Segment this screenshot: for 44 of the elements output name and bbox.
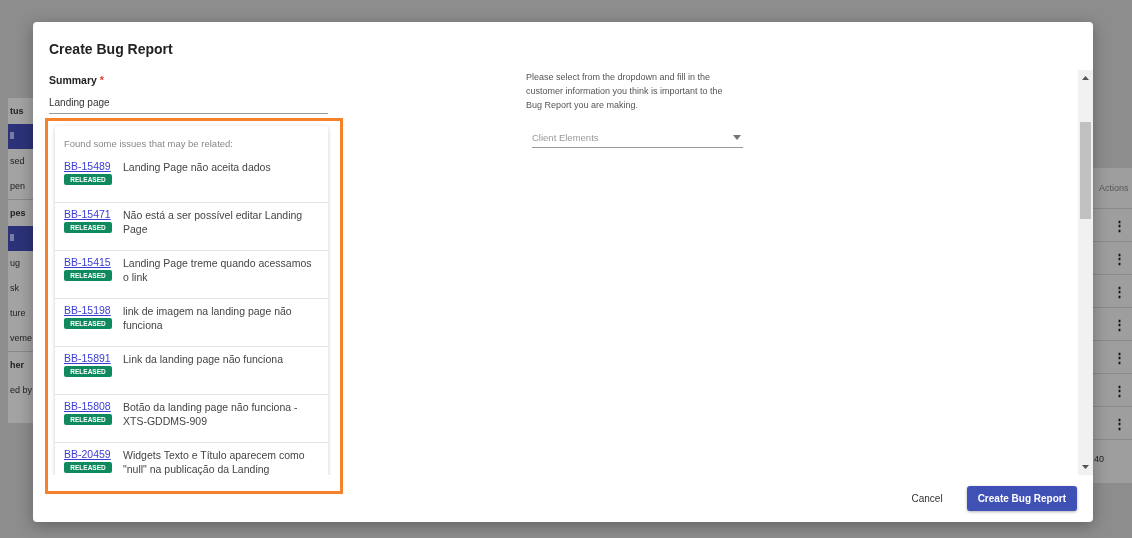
more-icon[interactable]: ⋮	[1113, 382, 1126, 398]
issue-title: Link da landing page não funciona	[123, 352, 284, 367]
issue-title: Não está a ser possível editar Landing Page	[123, 208, 304, 237]
issue-link[interactable]: BB-15891	[64, 352, 113, 364]
scrollbar[interactable]	[1078, 70, 1093, 475]
sidebar-item[interactable]: ug	[8, 251, 33, 276]
sidebar-item[interactable]: sk	[8, 276, 33, 301]
caret-icon	[733, 135, 741, 140]
issue-link[interactable]: BB-15198	[64, 304, 113, 316]
more-icon[interactable]: ⋮	[1113, 283, 1126, 299]
related-heading: Found some issues that may be related:	[63, 137, 234, 151]
issue-link[interactable]: BB-15471	[64, 208, 113, 220]
scroll-up-icon[interactable]	[1082, 76, 1089, 80]
sidebar-item[interactable]: ll	[8, 226, 33, 251]
sidebar-item[interactable]: pen	[8, 174, 33, 199]
instructions-text: Please select from the dropdown and fill in the customer information you think is important to the Bug Report you are making.	[526, 71, 724, 112]
scroll-down-icon[interactable]	[1082, 465, 1089, 469]
more-icon[interactable]: ⋮	[1113, 415, 1126, 431]
field-label: Summary *	[49, 74, 105, 86]
issue-title: Botão da landing page não funciona - XTS-GDDMS-909	[123, 400, 299, 429]
sidebar-item[interactable]: ed by	[8, 378, 33, 403]
more-icon[interactable]: ⋮	[1113, 349, 1126, 365]
issue-title: Landing Page não aceita dados	[123, 160, 272, 175]
pagination-text: 40	[1094, 454, 1104, 464]
more-icon[interactable]: ⋮	[1113, 217, 1126, 233]
issue-title: Landing Page treme quando acessamos o link	[123, 256, 313, 285]
sidebar-heading: tus	[9, 105, 25, 118]
issue-link[interactable]: BB-20459	[64, 448, 113, 460]
sidebar-item[interactable]: ll	[8, 124, 33, 149]
scroll-thumb[interactable]	[1080, 122, 1091, 219]
create-button[interactable]: Create Bug Report	[966, 486, 1077, 511]
more-icon[interactable]: ⋮	[1113, 250, 1126, 266]
issue-link[interactable]: BB-15415	[64, 256, 113, 268]
issue-link[interactable]: BB-15808	[64, 400, 113, 412]
cancel-button[interactable]: Cancel	[903, 487, 951, 510]
issue-link[interactable]: BB-15489	[64, 160, 113, 172]
sidebar-item[interactable]: veme	[8, 326, 33, 351]
issue-title: Widgets Texto e Título aparecem como "null" na publicação da Landing	[123, 448, 306, 475]
sidebar-item[interactable]: ture	[8, 301, 33, 326]
dialog-title: Create Bug Report	[48, 40, 174, 59]
issue-title: link de imagem na landing page não funciona	[123, 304, 293, 333]
more-icon[interactable]: ⋮	[1113, 316, 1126, 332]
summary-field[interactable]: Landing page	[49, 94, 328, 114]
sidebar-item[interactable]: sed	[8, 149, 33, 174]
